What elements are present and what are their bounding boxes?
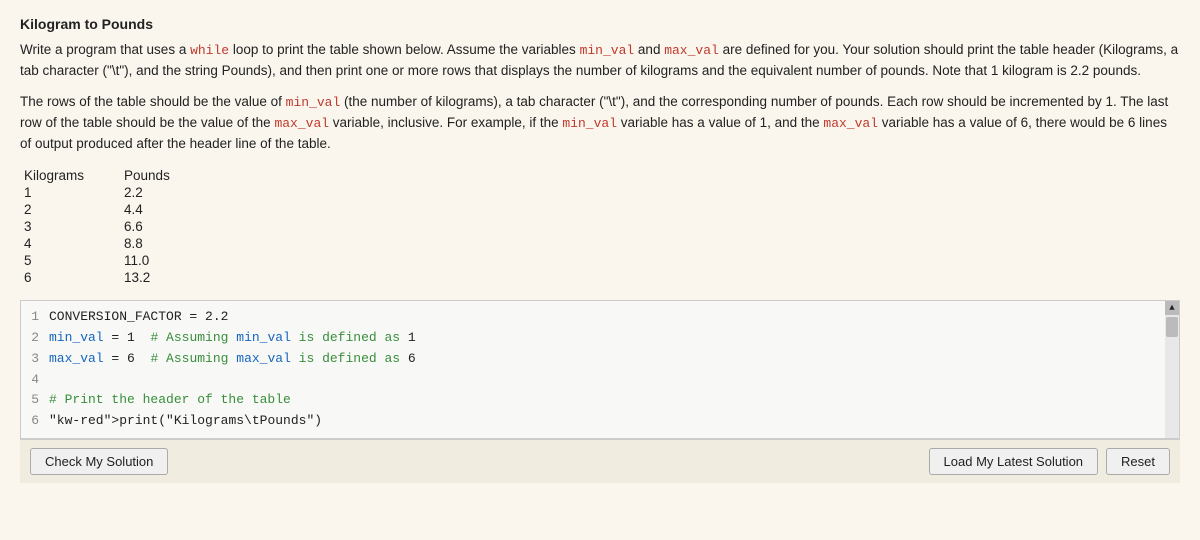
col-header-pounds: Pounds [124, 167, 210, 184]
line-number: 2 [29, 328, 39, 349]
line-numbers: 123456 [21, 307, 49, 432]
table-cell: 5 [24, 252, 124, 269]
code-line [49, 370, 1159, 391]
min-val-code-2: min_val [286, 95, 341, 110]
code-line: min_val = 1 # Assuming min_val is define… [49, 328, 1159, 349]
line-number: 5 [29, 390, 39, 411]
while-code: while [190, 43, 229, 58]
table-cell: 4 [24, 235, 124, 252]
scrollbar-thumb[interactable] [1166, 317, 1178, 337]
problem-paragraph-1: Write a program that uses a while loop t… [20, 40, 1180, 82]
max-val-code-2: max_val [274, 116, 329, 131]
table-row: 36.6 [24, 218, 210, 235]
table-cell: 2 [24, 201, 124, 218]
problem-paragraph-2: The rows of the table should be the valu… [20, 92, 1180, 155]
problem-title: Kilogram to Pounds [20, 16, 1180, 32]
table-cell: 1 [24, 184, 124, 201]
min-val-code-1: min_val [580, 43, 635, 58]
table-cell: 8.8 [124, 235, 210, 252]
max-val-code-3: max_val [823, 116, 878, 131]
code-content[interactable]: CONVERSION_FACTOR = 2.2min_val = 1 # Ass… [49, 307, 1179, 432]
table-cell: 11.0 [124, 252, 210, 269]
table-cell: 6.6 [124, 218, 210, 235]
line-number: 1 [29, 307, 39, 328]
code-line: "kw-red">print("Kilograms\tPounds") [49, 411, 1159, 432]
scrollbar-track[interactable]: ▲ [1165, 301, 1179, 438]
load-solution-button[interactable]: Load My Latest Solution [929, 448, 1098, 475]
col-header-kilograms: Kilograms [24, 167, 124, 184]
code-line: # Print the header of the table [49, 390, 1159, 411]
main-container: Kilogram to Pounds Write a program that … [0, 0, 1200, 540]
table-row: 24.4 [24, 201, 210, 218]
kg-pounds-table-section: Kilograms Pounds 12.224.436.648.8511.061… [20, 167, 1180, 286]
table-cell: 3 [24, 218, 124, 235]
problem-text: Write a program that uses a while loop t… [20, 40, 1180, 155]
code-line: max_val = 6 # Assuming max_val is define… [49, 349, 1159, 370]
check-solution-button[interactable]: Check My Solution [30, 448, 168, 475]
line-number: 6 [29, 411, 39, 432]
max-val-code-1: max_val [664, 43, 719, 58]
table-row: 613.2 [24, 269, 210, 286]
code-line: CONVERSION_FACTOR = 2.2 [49, 307, 1159, 328]
line-number: 4 [29, 370, 39, 391]
table-cell: 4.4 [124, 201, 210, 218]
footer-left: Check My Solution [30, 448, 168, 475]
code-editor[interactable]: 123456 CONVERSION_FACTOR = 2.2min_val = … [20, 300, 1180, 439]
table-cell: 13.2 [124, 269, 210, 286]
table-row: 511.0 [24, 252, 210, 269]
code-editor-inner: 123456 CONVERSION_FACTOR = 2.2min_val = … [21, 301, 1179, 438]
reset-button[interactable]: Reset [1106, 448, 1170, 475]
footer-right: Load My Latest Solution Reset [929, 448, 1170, 475]
table-cell: 2.2 [124, 184, 210, 201]
table-cell: 6 [24, 269, 124, 286]
table-row: 12.2 [24, 184, 210, 201]
kg-pounds-table: Kilograms Pounds 12.224.436.648.8511.061… [24, 167, 210, 286]
table-row: 48.8 [24, 235, 210, 252]
footer-bar: Check My Solution Load My Latest Solutio… [20, 439, 1180, 483]
min-val-code-3: min_val [562, 116, 617, 131]
scrollbar-up-arrow[interactable]: ▲ [1165, 301, 1179, 315]
line-number: 3 [29, 349, 39, 370]
